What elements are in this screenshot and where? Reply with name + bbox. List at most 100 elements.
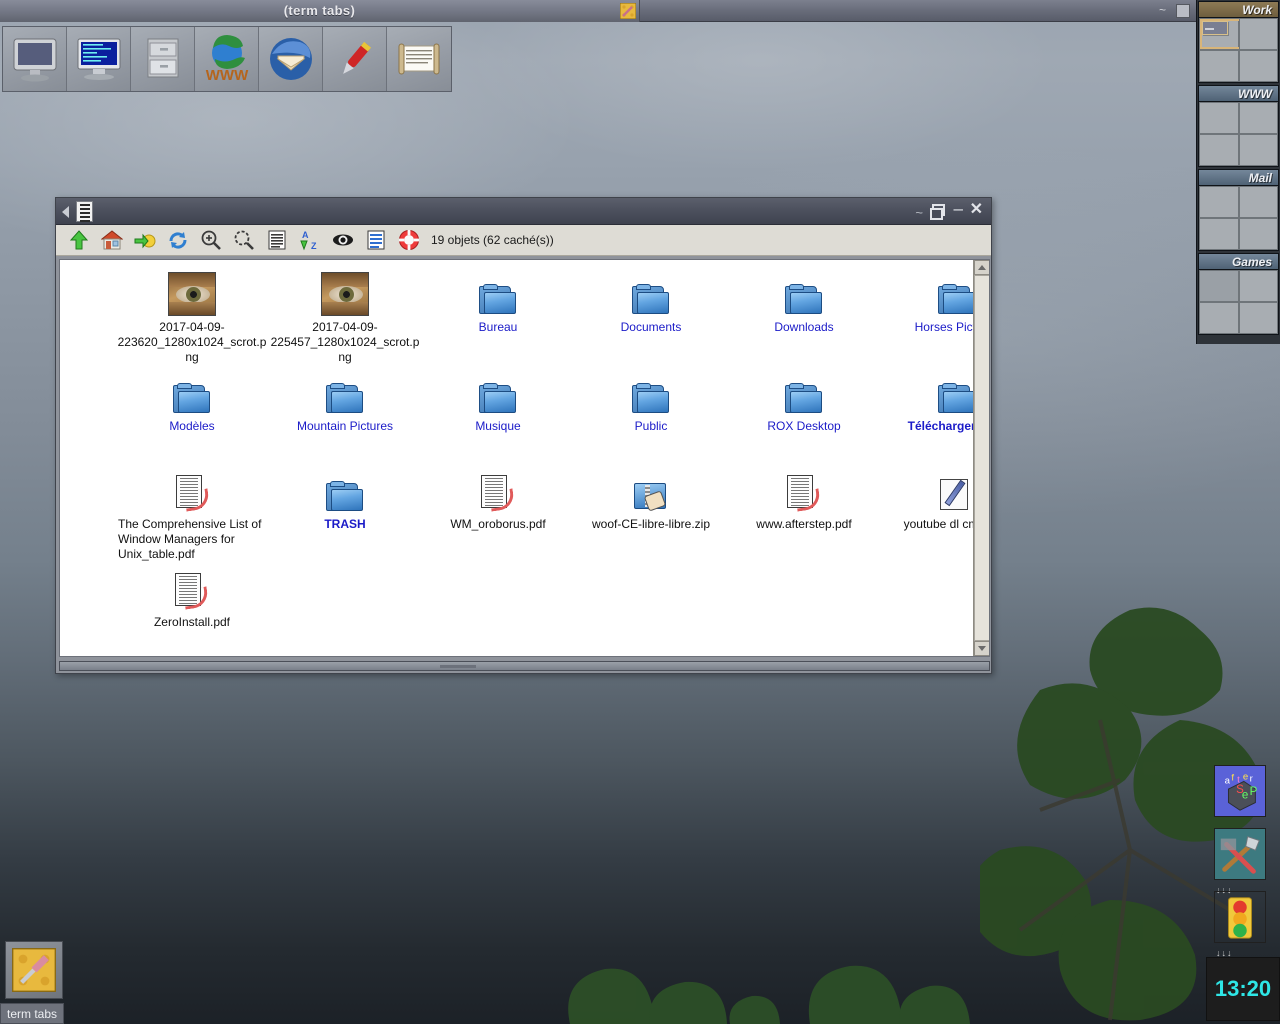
image-file-icon — [116, 268, 268, 316]
vertical-scrollbar[interactable] — [973, 260, 989, 656]
list-item[interactable]: TRASH — [269, 465, 421, 532]
launcher-computer-monitor[interactable] — [3, 27, 67, 91]
dock-item-tools[interactable]: ↓↓↓ — [1214, 828, 1274, 895]
pager-desk-www[interactable]: WWW — [1198, 85, 1279, 167]
window-resize-handle[interactable] — [59, 661, 990, 671]
list-item[interactable]: Documents — [575, 268, 727, 335]
launcher-terminal[interactable] — [67, 27, 131, 91]
file-manager-titlebar[interactable]: ~ – ✕ — [56, 198, 991, 225]
zoom-fit-icon[interactable] — [227, 227, 260, 253]
pager-cell[interactable] — [1238, 186, 1278, 218]
home-icon[interactable] — [95, 227, 128, 253]
list-item[interactable]: ROX Desktop — [728, 367, 880, 434]
pager-cell[interactable] — [1238, 270, 1278, 302]
terminal-monitor-icon — [77, 38, 120, 80]
pager-desk-grid[interactable] — [1198, 102, 1279, 167]
top-titlebar-active-area[interactable]: (term tabs) — [0, 0, 640, 22]
pager-window-thumbnail[interactable] — [1202, 21, 1228, 35]
list-item[interactable]: 2017-04-09-225457_1280x1024_scrot.png — [269, 268, 421, 365]
top-window-titlebar[interactable]: (term tabs) ~ — [0, 0, 1196, 22]
pager-cell[interactable] — [1199, 50, 1239, 82]
scrollbar-thumb[interactable] — [974, 275, 989, 641]
dock-item-afterstep[interactable]: a f t e r S e P — [1214, 765, 1274, 822]
file-manager-toolbar[interactable]: A Z 19 objets (62 caché(s)) — [56, 225, 991, 256]
list-view-icon[interactable] — [359, 227, 392, 253]
list-item[interactable]: Musique — [422, 367, 574, 434]
pager-cell[interactable] — [1199, 218, 1239, 250]
list-item[interactable]: ZeroInstall.pdf — [116, 563, 268, 630]
close-button[interactable]: ✕ — [970, 201, 983, 219]
svg-text:A: A — [302, 230, 309, 240]
details-view-icon[interactable] — [260, 227, 293, 253]
launcher-web-browser[interactable]: WWW — [195, 27, 259, 91]
red-pen-icon — [342, 41, 371, 74]
trash-folder-icon — [269, 465, 421, 513]
list-item[interactable]: Public — [575, 367, 727, 434]
list-item[interactable]: Bureau — [422, 268, 574, 335]
scroll-down-button[interactable] — [974, 641, 989, 656]
pager-cell[interactable] — [1238, 218, 1278, 250]
clock-widget[interactable]: 13:20 — [1206, 957, 1280, 1021]
pager-desk-work[interactable]: Work — [1198, 1, 1279, 83]
dock-panel[interactable]: a f t e r S e P ↓↓↓ ↓↓↓ 13:20 — [1202, 765, 1280, 1024]
pager-cell[interactable] — [1238, 102, 1278, 134]
file-manager-window[interactable]: ~ – ✕ A Z 19 objets (62 caché(s)) 2017-0… — [55, 197, 992, 674]
window-list-icon[interactable] — [76, 201, 93, 222]
pager-cell[interactable] — [1199, 302, 1239, 334]
pager-cell[interactable] — [1199, 186, 1239, 218]
image-file-icon — [269, 268, 421, 316]
launcher-mail[interactable] — [259, 27, 323, 91]
list-item[interactable]: woof-CE-libre-libre.zip — [575, 465, 727, 532]
pager-desk-games[interactable]: Games — [1198, 253, 1279, 335]
launcher-documents[interactable] — [387, 27, 451, 91]
pager-cell[interactable] — [1238, 18, 1278, 50]
clock-time: 13:20 — [1214, 976, 1272, 1001]
taskbar-window-button[interactable] — [5, 941, 63, 999]
pager-cell[interactable] — [1238, 134, 1278, 166]
pager-cell[interactable] — [1199, 18, 1244, 50]
zoom-in-icon[interactable] — [194, 227, 227, 253]
pager-desk-label: Work — [1198, 1, 1279, 18]
bookmarks-icon[interactable] — [128, 227, 161, 253]
svg-text:P: P — [1250, 786, 1258, 798]
help-icon[interactable] — [392, 227, 425, 253]
list-item[interactable]: Downloads — [728, 268, 880, 335]
pager-cell[interactable] — [1199, 102, 1239, 134]
pager-cell[interactable] — [1238, 50, 1278, 82]
scroll-up-button[interactable] — [974, 260, 989, 275]
list-item[interactable]: www.afterstep.pdf — [728, 465, 880, 532]
maximize-button[interactable] — [930, 203, 945, 221]
window-menu-arrow-icon[interactable] — [62, 206, 69, 218]
file-manager-content-area[interactable]: 2017-04-09-223620_1280x1024_scrot.png 20… — [59, 259, 990, 657]
up-arrow-icon[interactable] — [62, 227, 95, 253]
screwdriver-icon — [620, 3, 636, 19]
list-item[interactable]: WM_oroborus.pdf — [422, 465, 574, 532]
sort-az-icon[interactable]: A Z — [293, 227, 326, 253]
file-icon-grid[interactable]: 2017-04-09-223620_1280x1024_scrot.png 20… — [60, 260, 989, 656]
shade-button[interactable]: ~ — [915, 204, 923, 222]
list-item[interactable]: Modèles — [116, 367, 268, 434]
computer-monitor-icon — [13, 38, 56, 82]
dock-item-monitor[interactable]: ↓↓↓ — [1214, 891, 1274, 958]
list-item[interactable]: The Comprehensive List of Window Manager… — [116, 465, 268, 562]
launcher-file-cabinet[interactable] — [131, 27, 195, 91]
pager-desk-mail[interactable]: Mail — [1198, 169, 1279, 251]
desktop-pager[interactable]: Work WWW Mail Games — [1196, 0, 1280, 344]
pager-desk-grid[interactable] — [1198, 270, 1279, 335]
pager-desk-grid[interactable] — [1198, 18, 1279, 83]
top-titlebar-icon-button[interactable] — [1176, 4, 1190, 18]
pager-cell[interactable] — [1199, 270, 1239, 302]
minimize-button[interactable]: – — [954, 200, 963, 218]
launcher-editor[interactable] — [323, 27, 387, 91]
pager-cell[interactable] — [1238, 302, 1278, 334]
show-hidden-icon[interactable] — [326, 227, 359, 253]
refresh-icon[interactable] — [161, 227, 194, 253]
list-item[interactable]: Mountain Pictures — [269, 367, 421, 434]
top-titlebar-shade-button[interactable]: ~ — [1159, 3, 1166, 17]
svg-text:a: a — [1225, 775, 1231, 786]
svg-text:e: e — [1243, 771, 1248, 782]
pager-desk-grid[interactable] — [1198, 186, 1279, 251]
list-item-label: The Comprehensive List of Window Manager… — [118, 517, 262, 561]
list-item[interactable]: 2017-04-09-223620_1280x1024_scrot.png — [116, 268, 268, 365]
pager-cell[interactable] — [1199, 134, 1239, 166]
